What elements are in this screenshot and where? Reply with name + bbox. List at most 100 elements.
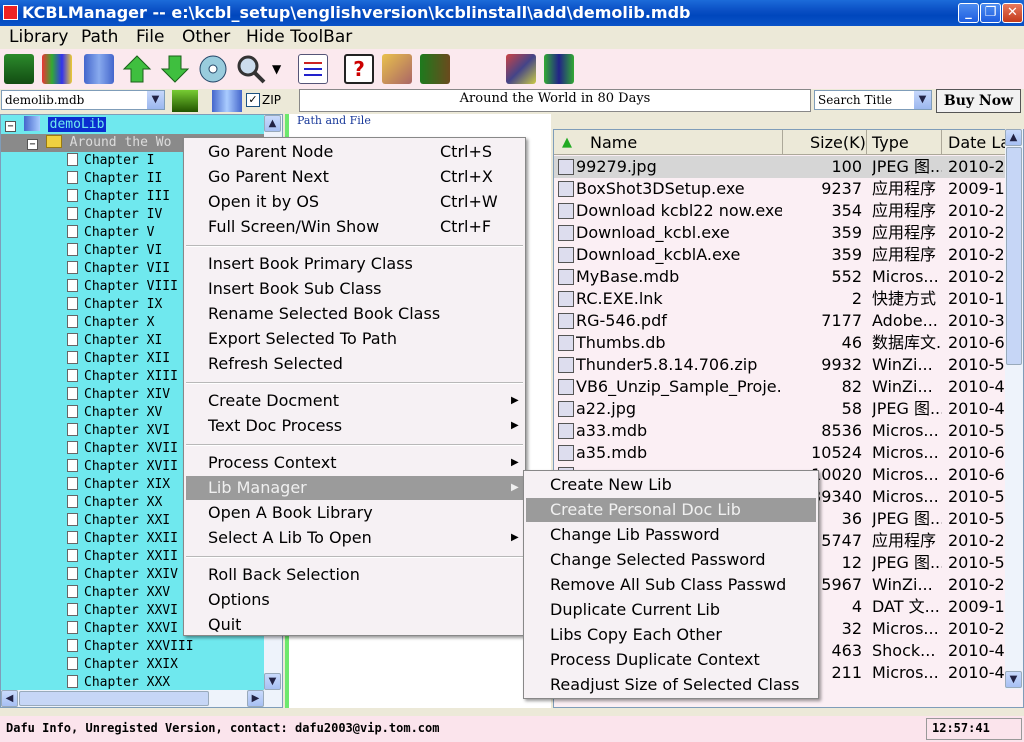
context-menu-item[interactable]: Insert Book Sub Class <box>186 277 523 301</box>
tree-chapter-item[interactable]: Chapter XXV <box>67 584 170 602</box>
tree-chapter-item[interactable]: Chapter XXII <box>67 530 178 548</box>
tree-chapter-item[interactable]: Chapter XVI <box>67 422 170 440</box>
tree-chapter-item[interactable]: Chapter V <box>67 224 154 242</box>
tree-chapter-item[interactable]: Chapter I <box>67 152 154 170</box>
context-menu-item[interactable]: Quit <box>186 613 523 637</box>
lib-submenu-item[interactable]: Process Duplicate Context <box>526 648 816 672</box>
context-menu-item[interactable]: Open it by OS Ctrl+W <box>186 190 523 214</box>
down-arrow-icon[interactable] <box>160 54 190 84</box>
file-row[interactable]: Download kcbl22 now.exe 354 应用程序 2010-2- <box>554 200 1023 222</box>
lib-submenu-item[interactable]: Change Lib Password <box>526 523 816 547</box>
tree-chapter-item[interactable]: Chapter XXII <box>67 548 178 566</box>
file-row[interactable]: a22.jpg 58 JPEG 图... 2010-4- <box>554 398 1023 420</box>
tree-chapter-item[interactable]: Chapter III <box>67 188 170 206</box>
context-menu-item[interactable]: Text Doc Process ▶ <box>186 414 523 438</box>
tree-chapter-item[interactable]: Chapter XXVI <box>67 620 178 638</box>
lib-submenu-item[interactable]: Create Personal Doc Lib <box>526 498 816 522</box>
tree-chapter-item[interactable]: Chapter VII <box>67 260 170 278</box>
lib-submenu-item[interactable]: Libs Copy Each Other <box>526 623 816 647</box>
file-row[interactable]: a35.mdb 10524 Micros... 2010-6- <box>554 442 1023 464</box>
file-row[interactable]: RC.EXE.lnk 2 快捷方式 2010-1- <box>554 288 1023 310</box>
tree-chapter-item[interactable]: Chapter XIV <box>67 386 170 404</box>
checklist-icon[interactable] <box>298 54 328 84</box>
scroll-down-icon[interactable]: ▼ <box>1005 671 1022 688</box>
search-mode-select[interactable]: Search Title ▼ <box>814 90 932 110</box>
buy-now-button[interactable]: Buy Now <box>936 89 1021 113</box>
column-date[interactable]: Date La <box>948 133 1010 152</box>
context-menu-item[interactable]: Insert Book Primary Class <box>186 252 523 276</box>
tree-chapter-item[interactable]: Chapter VIII <box>67 278 178 296</box>
tree-chapter-item[interactable]: Chapter X <box>67 314 154 332</box>
restore-button[interactable]: ❐ <box>980 3 1001 23</box>
context-menu-item[interactable]: Open A Book Library <box>186 501 523 525</box>
books-icon[interactable] <box>212 90 242 112</box>
exit-door-icon[interactable] <box>420 54 450 84</box>
lib-submenu-item[interactable]: Remove All Sub Class Passwd <box>526 573 816 597</box>
menu-path[interactable]: Path <box>81 27 118 47</box>
menu-library[interactable]: Library <box>9 27 68 47</box>
disc-icon[interactable] <box>198 54 228 84</box>
scroll-thumb[interactable] <box>19 691 209 706</box>
scroll-down-icon[interactable]: ▼ <box>264 673 281 690</box>
file-list-scrollbar[interactable]: ▲ ▼ <box>1005 129 1023 689</box>
tree-chapter-item[interactable]: Chapter XII <box>67 350 170 368</box>
context-menu-item[interactable]: Roll Back Selection <box>186 563 523 587</box>
tree-horizontal-scrollbar[interactable]: ◀ ▶ <box>1 690 282 707</box>
tree-chapter-item[interactable]: Chapter XIX <box>67 476 170 494</box>
chevron-down-icon[interactable]: ▼ <box>914 91 931 109</box>
up-arrow-icon[interactable] <box>122 54 152 84</box>
file-row[interactable]: RG-546.pdf 7177 Adobe... 2010-3- <box>554 310 1023 332</box>
minimize-button[interactable]: _ <box>958 3 979 23</box>
help-icon[interactable]: ? <box>344 54 374 84</box>
file-row[interactable]: BoxShot3DSetup.exe 9237 应用程序 2009-12 <box>554 178 1023 200</box>
green-book-icon[interactable] <box>172 90 198 112</box>
tree-chapter-item[interactable]: Chapter XXIV <box>67 566 178 584</box>
file-row[interactable]: Download_kcblA.exe 359 应用程序 2010-2- <box>554 244 1023 266</box>
file-row[interactable]: Download_kcbl.exe 359 应用程序 2010-2- <box>554 222 1023 244</box>
lib-submenu-item[interactable]: Duplicate Current Lib <box>526 598 816 622</box>
add-books-icon[interactable] <box>42 54 72 84</box>
library-select[interactable]: demolib.mdb ▼ <box>1 90 165 110</box>
zip-checkbox[interactable]: ✓ <box>246 93 260 107</box>
tree-chapter-item[interactable]: Chapter XXIX <box>67 656 178 674</box>
tree-chapter-item[interactable]: Chapter XI <box>67 332 162 350</box>
menu-file[interactable]: File <box>136 27 164 47</box>
tree-chapter-item[interactable]: Chapter XVII <box>67 458 178 476</box>
tree-chapter-item[interactable]: Chapter XXI <box>67 512 170 530</box>
lib-submenu-item[interactable]: Create New Lib <box>526 473 816 497</box>
column-type[interactable]: Type <box>872 133 909 152</box>
context-menu-item[interactable]: Lib Manager ▶ <box>186 476 523 500</box>
column-size[interactable]: Size(K) <box>810 133 866 152</box>
bookshelf-icon[interactable] <box>84 54 114 84</box>
scroll-thumb[interactable] <box>1006 147 1022 365</box>
file-row[interactable]: 99279.jpg 100 JPEG 图... 2010-2- <box>554 156 1023 178</box>
context-menu-item[interactable]: Rename Selected Book Class <box>186 302 523 326</box>
tree-chapter-item[interactable]: Chapter II <box>67 170 162 188</box>
file-row[interactable]: Thunder5.8.14.706.zip 9932 WinZi... 2010-5- <box>554 354 1023 376</box>
file-row[interactable]: Thumbs.db46数据库文...2010-6- <box>554 332 1023 354</box>
up-folder-icon[interactable]: ▲ <box>562 135 572 150</box>
column-name[interactable]: Name <box>590 133 637 152</box>
context-menu-item[interactable]: Export Selected To Path <box>186 327 523 351</box>
file-row[interactable]: a33.mdb 8536 Micros... 2010-5- <box>554 420 1023 442</box>
scroll-left-icon[interactable]: ◀ <box>1 690 18 707</box>
lib-submenu-item[interactable]: Change Selected Password <box>526 548 816 572</box>
file-row[interactable]: VB6_Unzip_Sample_Proje... 82 WinZi... 2010-… <box>554 376 1023 398</box>
tree-chapter-item[interactable]: Chapter XV <box>67 404 162 422</box>
menu-other[interactable]: Other <box>182 27 230 47</box>
lib-submenu-item[interactable]: Readjust Size of Selected Class <box>526 673 816 697</box>
tree-chapter-item[interactable]: Chapter XVII <box>67 440 178 458</box>
tree-chapter-item[interactable]: Chapter XXVI <box>67 602 178 620</box>
scroll-right-icon[interactable]: ▶ <box>247 690 264 707</box>
tree-chapter-item[interactable]: Chapter IX <box>67 296 162 314</box>
tree-chapter-item[interactable]: Chapter XXVIII <box>67 638 194 656</box>
context-menu-item[interactable]: Process Context ▶ <box>186 451 523 475</box>
tree-chapter-item[interactable]: Chapter IV <box>67 206 162 224</box>
scroll-up-icon[interactable]: ▲ <box>264 115 281 132</box>
chart-icon[interactable] <box>544 54 574 84</box>
tree-root[interactable]: − demoLib <box>5 116 107 134</box>
context-menu-item[interactable]: Select A Lib To Open ▶ <box>186 526 523 550</box>
menu-hide-toolbar[interactable]: Hide ToolBar <box>246 27 352 47</box>
close-button[interactable]: ✕ <box>1002 3 1023 23</box>
search-magnifier-icon[interactable] <box>236 54 266 84</box>
